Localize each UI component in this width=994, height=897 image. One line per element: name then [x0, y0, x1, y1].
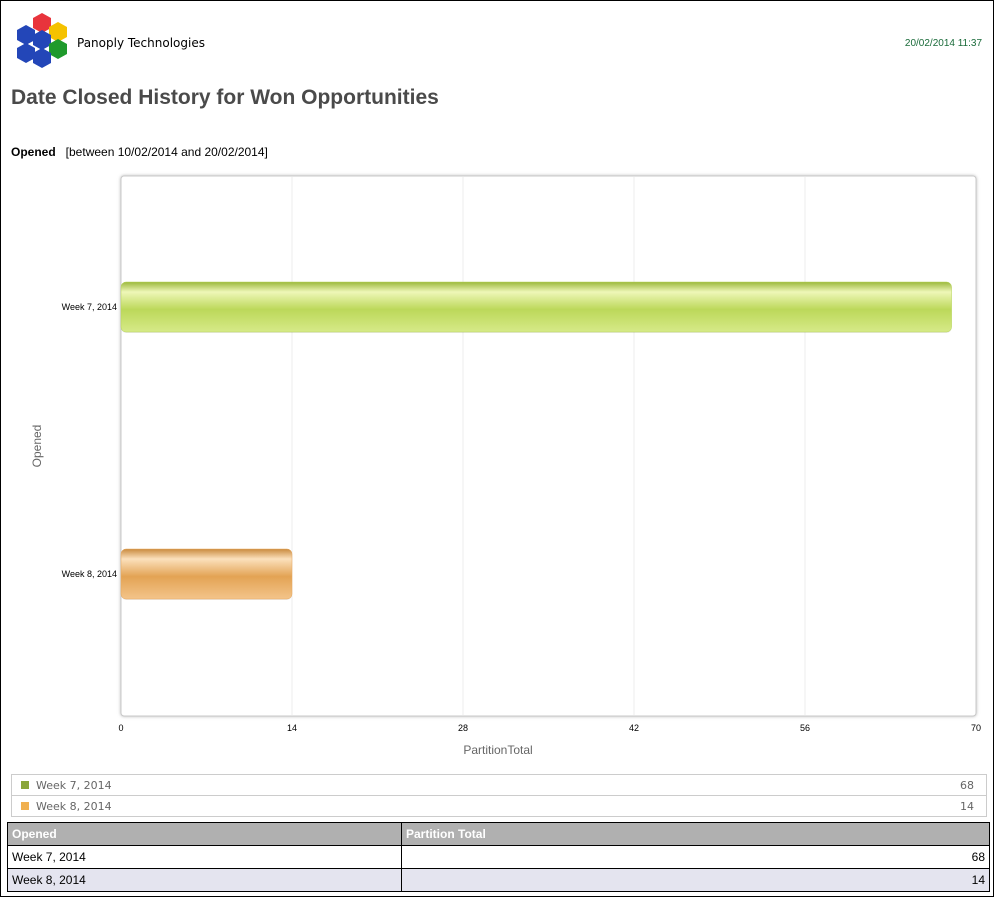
legend-item-name: Week 8, 2014 [36, 800, 112, 813]
x-tick-label: 56 [800, 723, 810, 733]
chart-legend: Week 7, 2014 68 Week 8, 2014 14 [11, 774, 987, 817]
legend-item: Week 7, 2014 68 [12, 775, 986, 796]
legend-item: Week 8, 2014 14 [12, 796, 986, 816]
x-tick-label: 70 [971, 723, 981, 733]
x-tick-label: 42 [629, 723, 639, 733]
table-row: Week 7, 2014 68 [7, 845, 990, 869]
column-header-partition-total[interactable]: Partition Total [401, 822, 990, 846]
table-cell-total: 68 [401, 845, 990, 869]
table-header-row: Opened Partition Total [7, 822, 990, 846]
logo-hex-blue-center [33, 30, 51, 50]
table-cell-opened: Week 7, 2014 [7, 845, 402, 869]
table-row: Week 8, 2014 14 [7, 868, 990, 892]
plot-area [120, 175, 977, 717]
column-header-opened[interactable]: Opened [7, 822, 402, 846]
x-tick-label: 14 [287, 723, 297, 733]
legend-swatch [21, 781, 29, 789]
bar[interactable] [120, 548, 293, 600]
report-frame: Panoply Technologies 20/02/2014 11:37 Da… [0, 0, 994, 897]
logo-hex-blue-lowleft [17, 43, 35, 63]
table-cell-total: 14 [401, 868, 990, 892]
y-tick-label: Week 8, 2014 [62, 569, 117, 579]
data-table: Opened Partition Total Week 7, 2014 68 W… [7, 822, 990, 892]
table-cell-opened: Week 8, 2014 [7, 868, 402, 892]
company-name: Panoply Technologies [77, 36, 205, 50]
filter-label: Opened [11, 145, 56, 159]
x-tick-label: 0 [118, 723, 123, 733]
logo-hex-blue-bottom [33, 48, 51, 68]
y-tick-label: Week 7, 2014 [62, 302, 117, 312]
y-axis-title: Opened [30, 425, 44, 468]
bar-chart: 0 14 28 42 56 70 Week 7, 2014 Week 8, 2014 Part… [30, 175, 981, 757]
legend-swatch [21, 802, 29, 810]
logo-hex-green [49, 39, 67, 59]
company-logo [17, 13, 67, 68]
x-tick-label: 28 [458, 723, 468, 733]
report-timestamp: 20/02/2014 11:37 [904, 38, 982, 49]
legend-item-value: 68 [960, 779, 974, 792]
bar[interactable] [120, 281, 952, 333]
legend-item-value: 14 [960, 800, 974, 813]
legend-item-name: Week 7, 2014 [36, 779, 112, 792]
filter-value: [between 10/02/2014 and 20/02/2014] [65, 145, 268, 159]
logo-hex-blue-left [17, 25, 35, 45]
report-title: Date Closed History for Won Opportunitie… [11, 86, 439, 109]
x-axis-title: PartitionTotal [463, 743, 532, 757]
filter-line: Opened [between 10/02/2014 and 20/02/2014… [11, 145, 268, 159]
